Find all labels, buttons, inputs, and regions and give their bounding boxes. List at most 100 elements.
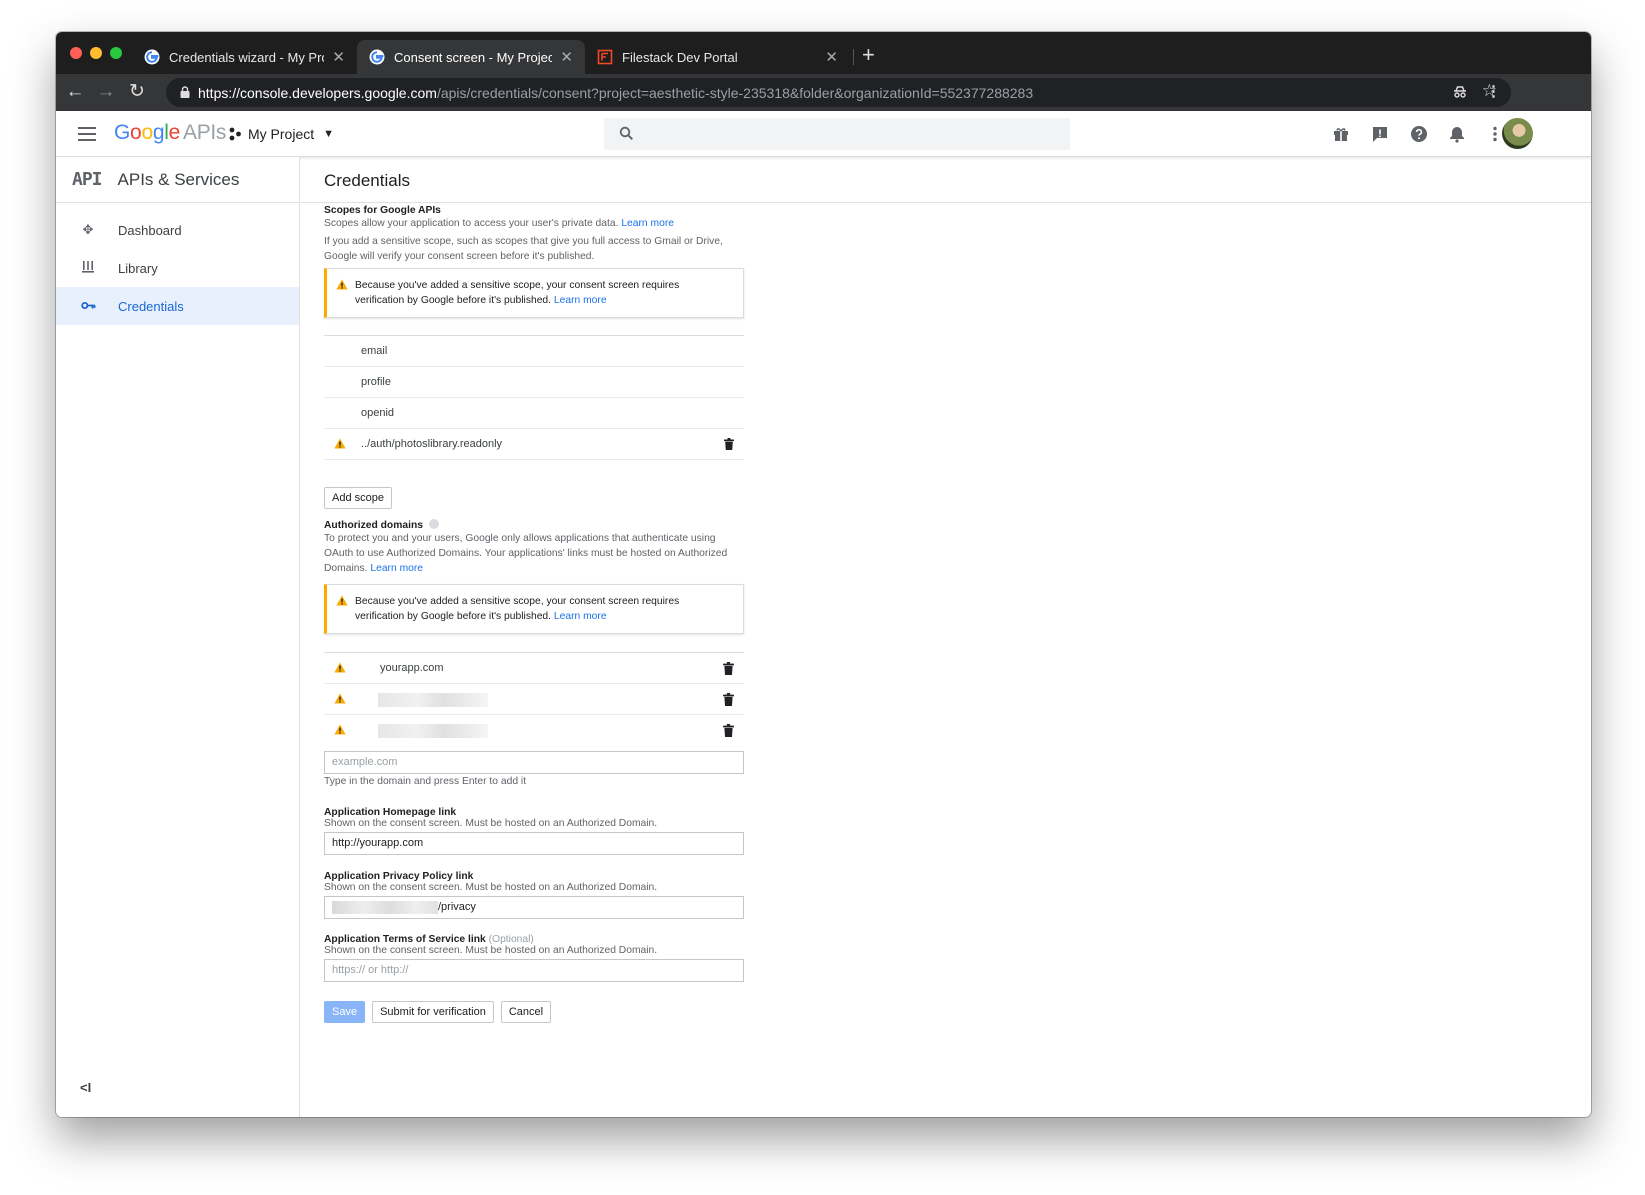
window-controls [70,47,122,59]
browser-toolbar: ← → ↻ https://console.developers.google.… [56,74,1591,111]
warning-learn-more-link[interactable]: Learn more [554,295,607,306]
project-selector[interactable]: My Project ▼ [228,126,334,142]
domains-warning-banner: Because you've added a sensitive scope, … [324,584,744,634]
forward-arrow-icon[interactable]: → [95,81,117,103]
homepage-input[interactable]: http://yourapp.com [324,832,744,855]
form-actions: Save Submit for verification Cancel [324,1001,744,1023]
warning-icon [336,595,348,606]
delete-trash-icon[interactable] [723,662,734,675]
privacy-label: Application Privacy Policy link [324,871,474,882]
gift-icon[interactable] [1332,125,1350,143]
main-content: Credentials Scopes for Google APIs Scope… [301,157,1591,1117]
minimize-window-button[interactable] [90,47,102,59]
close-tab-icon[interactable]: ✕ [332,48,345,66]
warning-icon [336,279,348,290]
chevron-down-icon: ▼ [323,128,335,140]
hamburger-menu-icon[interactable] [78,127,96,145]
add-scope-button[interactable]: Add scope [324,487,392,509]
reload-icon[interactable]: ↻ [126,81,148,103]
domains-heading-text: Authorized domains [324,520,423,531]
help-icon[interactable] [1410,125,1428,143]
tab-consent-screen[interactable]: Consent screen - My Project - ✕ [357,40,585,74]
google-apis-logo[interactable]: Google APIs [114,121,226,145]
submit-for-verification-button[interactable]: Submit for verification [372,1001,494,1023]
notifications-bell-icon[interactable] [1448,125,1466,143]
warning-text: verification by Google before it's publi… [355,295,552,306]
redacted-url [332,900,438,914]
privacy-input[interactable]: /privacy [324,896,744,919]
tab-credentials-wizard[interactable]: Credentials wizard - My Projec ✕ [132,40,357,74]
list-item [324,684,744,715]
delete-trash-icon[interactable] [723,724,734,737]
delete-trash-icon[interactable] [723,693,734,706]
sidebar-item-credentials[interactable]: Credentials [56,287,299,325]
save-button[interactable]: Save [324,1001,366,1023]
domains-desc-line: To protect you and your users, Google on… [324,533,716,544]
sidebar: API APIs & Services ✥ Dashboard Library … [56,157,300,1117]
homepage-label: Application Homepage link [324,807,457,818]
redacted-domain [378,724,488,738]
warning-icon [334,438,346,449]
browser-menu-icon[interactable]: ⋮ [1486,82,1501,100]
cancel-button[interactable]: Cancel [500,1001,552,1023]
api-logo-icon: API [72,169,102,190]
domain-name: yourapp.com [380,662,444,674]
redacted-domain [378,693,488,707]
collapse-sidebar-icon[interactable]: <I [80,1080,91,1095]
sidebar-item-label: Dashboard [118,222,182,238]
scope-name: openid [361,407,395,419]
domains-description: To protect you and your users, Google on… [324,531,744,576]
console-header: Google APIs My Project ▼ [56,111,1591,157]
sidebar-item-library[interactable]: Library [56,249,299,287]
scopes-desc-text: Scopes allow your application to access … [324,218,619,229]
console-search-input[interactable] [604,118,1070,150]
tos-label-text: Application Terms of Service link [324,934,486,945]
scopes-list: email profile openid ../auth/photoslibra… [324,335,744,460]
tab-title: Credentials wizard - My Projec [169,49,324,65]
scope-name: email [361,345,388,357]
consent-form: Scopes for Google APIs Scopes allow your… [324,205,744,1023]
sidebar-header: API APIs & Services [56,157,299,203]
tos-description: Shown on the consent screen. Must be hos… [324,945,658,956]
incognito-extension-icon[interactable] [1452,84,1468,100]
list-item: profile [324,367,744,398]
delete-trash-icon[interactable] [724,438,734,450]
domain-input-hint: Type in the domain and press Enter to ad… [324,776,527,787]
feedback-icon[interactable] [1371,125,1389,143]
sidebar-item-dashboard[interactable]: ✥ Dashboard [56,211,299,249]
maximize-window-button[interactable] [110,47,122,59]
domains-desc-line: Domains. [324,563,368,574]
address-bar[interactable]: https://console.developers.google.com/ap… [166,78,1511,107]
avatar[interactable] [1502,118,1533,149]
scope-name: ../auth/photoslibrary.readonly [361,438,503,450]
key-icon [80,298,96,314]
project-name: My Project [248,126,315,142]
domain-input[interactable]: example.com [324,751,744,774]
google-favicon-icon [144,49,160,65]
lock-icon [180,86,190,98]
tos-optional-tag: (Optional) [488,934,534,945]
help-circle-icon[interactable] [428,519,439,530]
back-arrow-icon[interactable]: ← [64,81,86,103]
new-tab-icon[interactable]: + [862,42,875,68]
close-window-button[interactable] [70,47,82,59]
close-tab-icon[interactable]: ✕ [825,48,838,66]
add-scope-wrap: Add scope [324,487,744,509]
project-dots-icon [229,127,241,141]
filestack-favicon-icon [597,49,613,65]
domains-desc-line: OAuth to use Authorized Domains. Your ap… [324,548,728,559]
domains-section: Authorized domains To protect you and yo… [324,519,744,576]
scopes-note-line: Google will verify your consent screen b… [324,251,595,262]
warning-text: Because you've added a sensitive scope, … [355,280,680,291]
logo-apis: APIs [182,121,227,144]
scopes-learn-more-link[interactable]: Learn more [621,218,674,229]
search-icon [619,126,634,141]
domains-heading: Authorized domains [324,519,744,531]
warning-learn-more-link[interactable]: Learn more [554,611,607,622]
domains-learn-more-link[interactable]: Learn more [370,563,423,574]
close-tab-icon[interactable]: ✕ [560,48,573,66]
tab-filestack[interactable]: Filestack Dev Portal ✕ [585,40,850,74]
sidebar-title: APIs & Services [117,169,240,189]
tab-title: Consent screen - My Project - [394,49,553,65]
tos-input[interactable]: https:// or http:// [324,959,744,982]
